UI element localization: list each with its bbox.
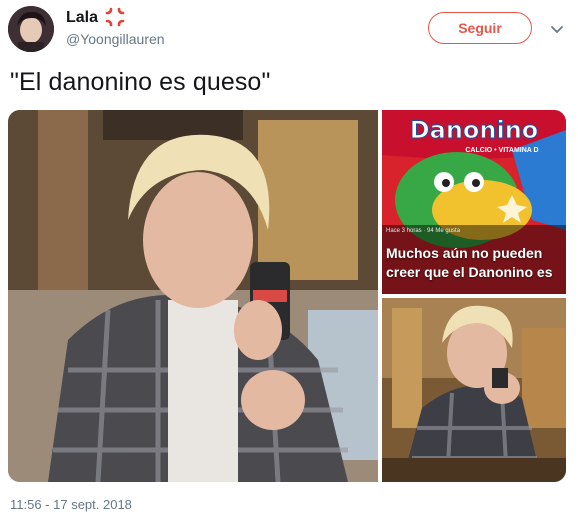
chevron-down-icon[interactable] xyxy=(550,22,564,34)
user-handle[interactable]: @Yoongillauren xyxy=(66,31,165,47)
photo-danonino-ad[interactable]: Danonino CALCIO • VITAMINA D Hace 3 hora… xyxy=(382,110,566,294)
photo-person-eating[interactable] xyxy=(382,298,566,482)
ad-brand-text: Danonino xyxy=(410,116,539,144)
display-name[interactable]: Lala xyxy=(66,9,98,27)
tweet-text: "El danonino es queso" xyxy=(10,68,271,96)
tweet-timestamp[interactable]: 11:56 - 17 sept. 2018 xyxy=(10,497,132,512)
ad-tagline-text: CALCIO • VITAMINA D xyxy=(465,147,538,154)
ad-meta-text: Hace 3 horas · 94 Me gusta xyxy=(386,228,461,234)
follow-button[interactable]: Seguir xyxy=(428,12,532,44)
ad-caption-text: Muchos aún no pueden creer que el Danoni… xyxy=(386,245,553,280)
anger-symbol-icon xyxy=(104,6,126,28)
avatar[interactable] xyxy=(8,6,54,52)
photo-person-with-phone[interactable] xyxy=(8,110,378,482)
media-grid[interactable]: Danonino CALCIO • VITAMINA D Hace 3 hora… xyxy=(8,110,566,482)
